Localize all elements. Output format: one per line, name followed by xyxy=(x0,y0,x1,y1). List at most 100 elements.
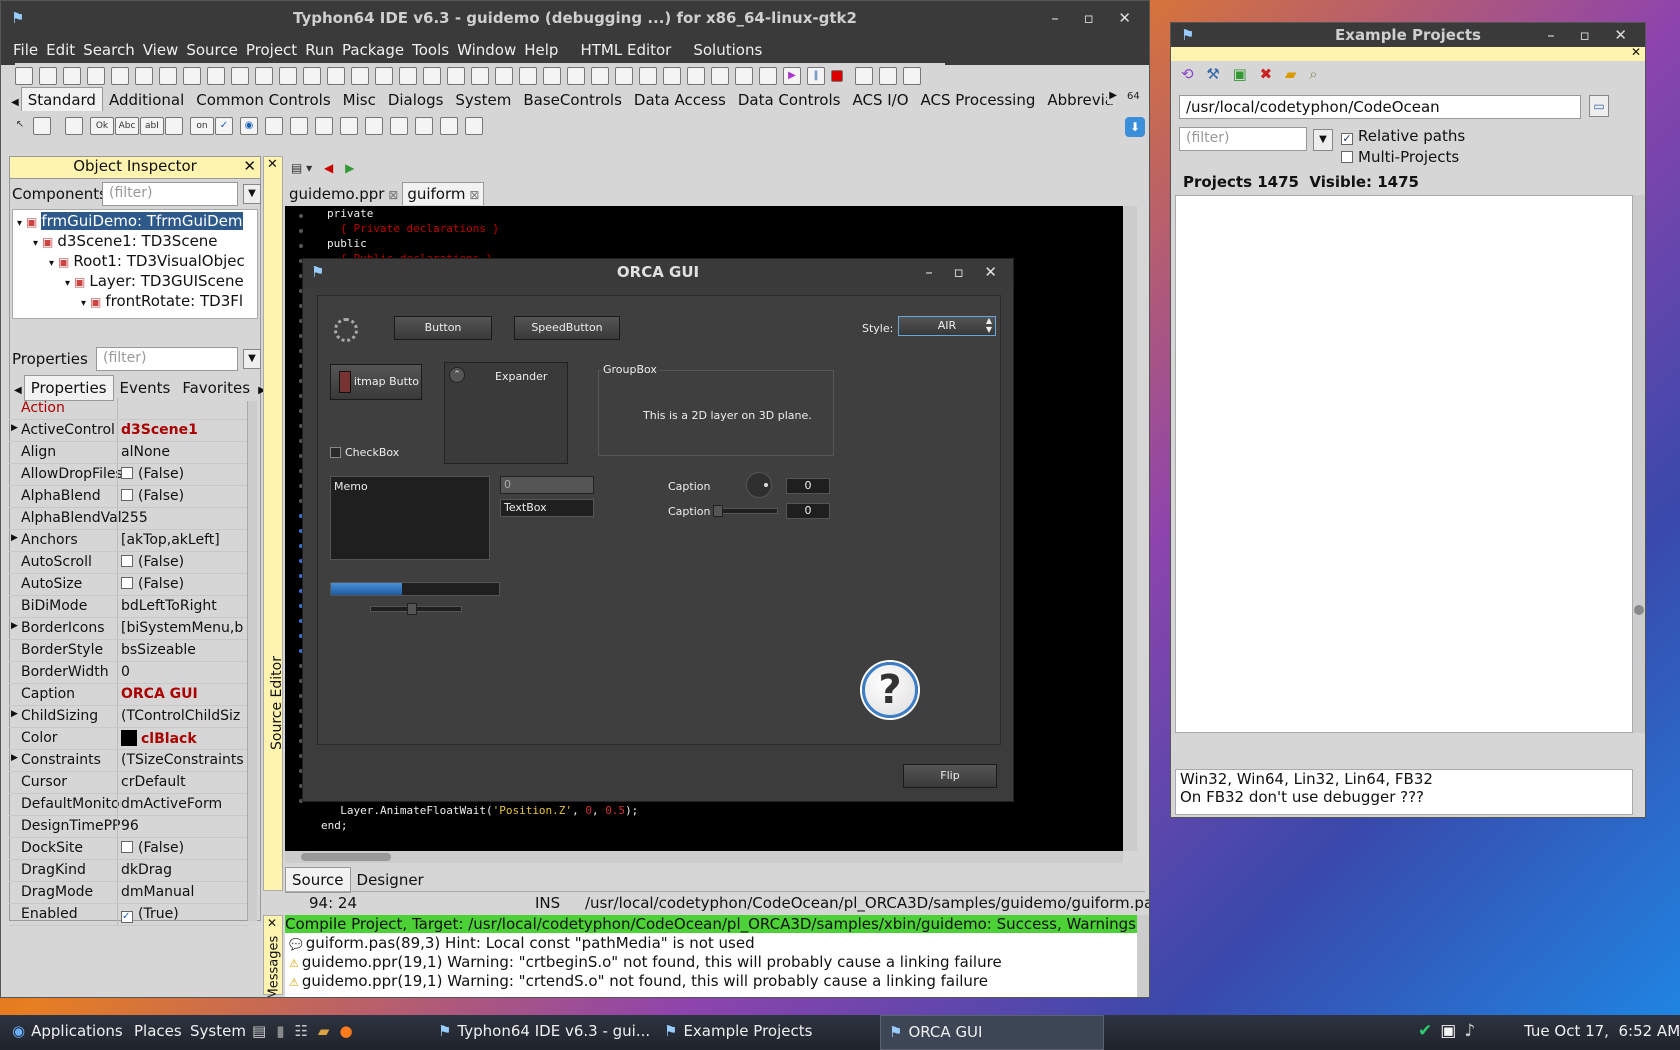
components-filter[interactable]: (filter) xyxy=(102,182,238,206)
checkgroup-icon[interactable] xyxy=(390,117,408,135)
filter-icon[interactable]: ▼ xyxy=(243,349,261,369)
build-icon[interactable] xyxy=(543,67,561,85)
message-line[interactable]: Compile Project, Target: /usr/local/code… xyxy=(285,915,1137,933)
property-row[interactable]: AutoScroll (False) xyxy=(9,552,249,574)
close-icon[interactable]: ✕ xyxy=(267,157,278,172)
dial-knob[interactable] xyxy=(746,472,772,498)
menu-item[interactable]: Window xyxy=(453,35,520,59)
menu-item[interactable]: Help xyxy=(520,35,562,59)
palette-tab[interactable]: Dialogs xyxy=(382,88,450,111)
delete-icon[interactable]: ✖ xyxy=(1260,65,1273,83)
close-icon[interactable]: ✕ xyxy=(243,157,256,175)
component-icon[interactable] xyxy=(279,67,297,85)
orca-titlebar[interactable]: ⚑ ORCA GUI – ▫ ✕ xyxy=(303,259,1013,287)
tree-node[interactable]: ▾ ▣ Layer: TD3GUIScene xyxy=(65,272,244,290)
component-icon[interactable] xyxy=(207,67,225,85)
property-value[interactable]: (False) xyxy=(121,840,246,856)
property-checkbox[interactable]: ✓ xyxy=(121,911,133,923)
property-checkbox[interactable] xyxy=(121,841,133,853)
component-icon[interactable] xyxy=(183,67,201,85)
relative-paths-checkbox[interactable]: ✓ Relative paths xyxy=(1341,127,1465,145)
property-checkbox[interactable] xyxy=(121,489,133,501)
stop-icon[interactable] xyxy=(831,70,843,82)
checkbox-icon[interactable]: ✓ xyxy=(215,117,233,135)
number-box[interactable]: 0 xyxy=(500,476,594,494)
property-row[interactable]: BorderStyle bsSizeable xyxy=(9,640,249,662)
places-menu[interactable]: Places xyxy=(134,1015,182,1050)
property-checkbox[interactable] xyxy=(121,467,133,479)
textbox[interactable]: TextBox xyxy=(500,499,594,517)
tool-icon[interactable] xyxy=(687,67,705,85)
slider[interactable] xyxy=(370,603,462,615)
build-icon[interactable] xyxy=(399,67,417,85)
property-row[interactable]: BiDiMode bdLeftToRight xyxy=(9,596,249,618)
bitmap-button[interactable]: itmap Butto xyxy=(330,364,422,400)
property-value[interactable]: 0 xyxy=(121,664,246,680)
save-all-icon[interactable] xyxy=(135,67,153,85)
scroll-left-icon[interactable]: ◀ xyxy=(12,382,24,399)
filter-icon[interactable]: ▼ xyxy=(1313,129,1333,151)
property-row[interactable]: DragKind dkDrag xyxy=(9,860,249,882)
build-icon[interactable] xyxy=(375,67,393,85)
find-icon[interactable] xyxy=(159,67,177,85)
projects-filter[interactable]: (filter) xyxy=(1179,127,1307,151)
palette-tab[interactable]: BaseControls xyxy=(517,88,628,111)
tool-icon[interactable] xyxy=(711,67,729,85)
property-value[interactable]: clBlack xyxy=(121,730,246,747)
projects-titlebar[interactable]: ⚑ Example Projects – ▫ ✕ xyxy=(1171,23,1645,47)
button-icon[interactable]: Ok xyxy=(90,117,114,135)
property-value[interactable]: (TControlChildSiz xyxy=(121,708,246,724)
archive-icon[interactable]: ▰ xyxy=(318,1022,340,1040)
property-row[interactable]: Action xyxy=(9,398,249,420)
task-orca[interactable]: ⚑ ORCA GUI xyxy=(880,1015,1104,1050)
property-row[interactable]: BorderWidth 0 xyxy=(9,662,249,684)
scroll-right-icon[interactable]: ▶ xyxy=(1107,87,1119,104)
property-row[interactable]: ▶ BorderIcons [biSystemMenu,b xyxy=(9,618,249,640)
property-value[interactable]: 96 xyxy=(121,818,246,834)
component-icon[interactable] xyxy=(231,67,249,85)
radiogroup-icon[interactable] xyxy=(365,117,383,135)
expander[interactable]: ⌃ Expander xyxy=(444,362,568,464)
orca-window-controls[interactable]: – ▫ ✕ xyxy=(925,259,1005,285)
close-icon[interactable]: ✕ xyxy=(1631,45,1641,59)
component-icon[interactable] xyxy=(255,67,273,85)
menu-item[interactable]: Edit xyxy=(42,35,79,59)
build-icon[interactable]: ⚒ xyxy=(1206,65,1219,83)
editor-tab[interactable]: guiform ⊠ xyxy=(402,182,485,205)
expand-icon[interactable]: ▶ xyxy=(11,709,18,719)
property-value[interactable]: dmActiveForm xyxy=(121,796,246,812)
close-tab-icon[interactable]: ⊠ xyxy=(466,188,479,202)
open-project-icon[interactable]: ▣ xyxy=(1233,65,1247,83)
property-row[interactable]: AutoSize (False) xyxy=(9,574,249,596)
property-scrollbar[interactable] xyxy=(247,401,257,921)
step-icon[interactable] xyxy=(855,67,873,85)
memo[interactable]: Memo xyxy=(330,476,490,560)
gear-icon[interactable] xyxy=(735,67,753,85)
gear-icon[interactable] xyxy=(759,67,777,85)
property-value[interactable]: ✓ (True) xyxy=(121,906,246,923)
properties-filter[interactable]: (filter) xyxy=(96,347,238,371)
track-thumb[interactable] xyxy=(713,505,723,517)
browse-folder-icon[interactable]: ▭ xyxy=(1589,95,1609,117)
expand-icon[interactable]: ▶ xyxy=(11,423,18,433)
window-controls[interactable]: – ▫ ✕ xyxy=(1051,1,1141,35)
property-value[interactable]: [biSystemMenu,b xyxy=(121,620,246,636)
pointer-icon[interactable]: ↖ xyxy=(11,117,29,135)
property-row[interactable]: Color clBlack xyxy=(9,728,249,750)
button[interactable]: Button xyxy=(394,316,492,340)
tree-expand-icon[interactable]: ▾ xyxy=(49,258,54,269)
property-row[interactable]: DefaultMonitor dmActiveForm xyxy=(9,794,249,816)
expand-icon[interactable]: ▶ xyxy=(11,753,18,763)
folder-icon[interactable]: ▰ xyxy=(1285,65,1297,83)
menu-item[interactable]: Solutions xyxy=(689,35,766,59)
tree-node[interactable]: ▾ ▣ frontRotate: TD3Fl xyxy=(81,292,243,310)
expand-icon[interactable]: ▶ xyxy=(11,533,18,543)
refresh-icon[interactable]: ⟲ xyxy=(1181,65,1194,83)
palette-tab[interactable]: Data Controls xyxy=(732,88,847,111)
property-value[interactable]: 255 xyxy=(121,510,246,526)
property-row[interactable]: DockSite (False) xyxy=(9,838,249,860)
task-projects[interactable]: ⚑ Example Projects xyxy=(664,1015,874,1050)
palette-tab[interactable]: Additional xyxy=(103,88,190,111)
menu-item[interactable]: Tools xyxy=(408,35,453,59)
editor-tab[interactable]: guidemo.ppr ⊠ xyxy=(285,183,402,205)
